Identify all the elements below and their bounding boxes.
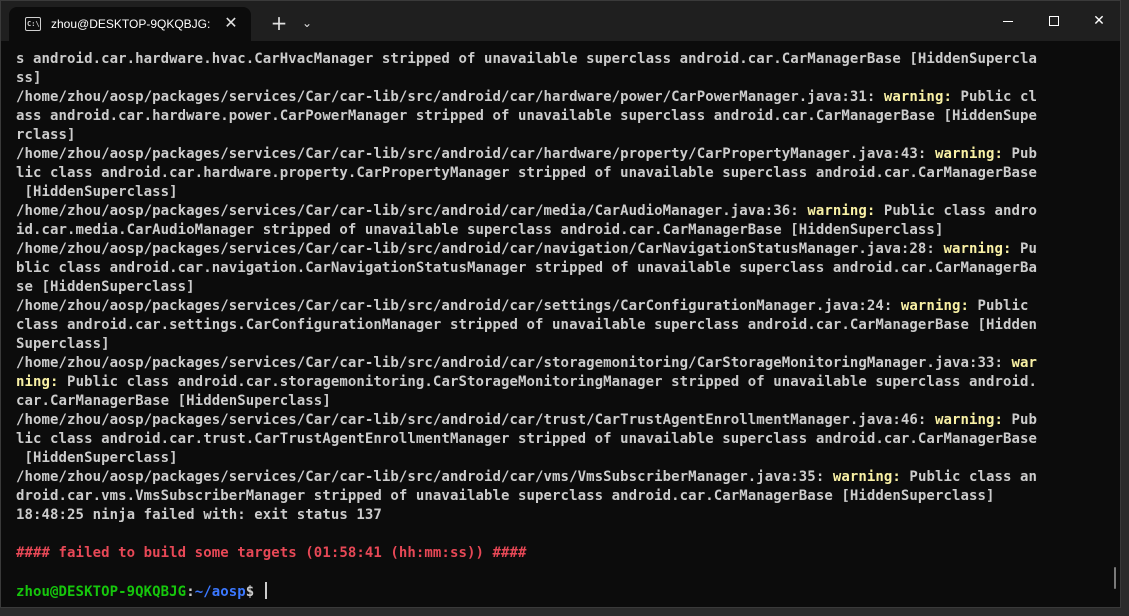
text-cursor [264,582,267,599]
terminal-line: ss] [16,69,1101,88]
terminal-line: /home/zhou/aosp/packages/services/Car/ca… [16,202,1101,221]
line-text: /home/zhou/aosp/packages/services/Car/ca… [16,203,808,219]
terminal-output[interactable]: s android.car.hardware.hvac.CarHvacManag… [16,50,1101,602]
line-text: /home/zhou/aosp/packages/services/Car/ca… [16,412,935,428]
new-tab-button[interactable]: + [269,13,289,33]
line-text: Pub [1003,412,1038,428]
line-text: Public class an [900,469,1038,485]
terminal-line: /home/zhou/aosp/packages/services/Car/ca… [16,468,1101,487]
line-text: [HiddenSuperclass] [16,450,178,466]
terminal-window: C:\ zhou@DESKTOP-9QKQBJG: ~ ✕ + ⌄ ✕ s an… [0,0,1121,608]
line-text: s android.car.hardware.hvac.CarHvacManag… [16,51,1038,67]
line-text: class android.car.settings.CarConfigurat… [16,317,1038,333]
terminal-line: [HiddenSuperclass] [16,183,1101,202]
terminal-line: #### failed to build some targets (01:58… [16,544,1101,563]
terminal-line: id.car.media.CarAudioManager stripped of… [16,221,1101,240]
terminal-line: 18:48:25 ninja failed with: exit status … [16,506,1101,525]
terminal-line: class android.car.settings.CarConfigurat… [16,316,1101,335]
line-text: /home/zhou/aosp/packages/services/Car/ca… [16,355,1012,371]
line-text: Public class android.car.storagemonitori… [58,374,1038,390]
terminal-icon: C:\ [25,17,41,31]
close-tab-icon[interactable]: ✕ [223,15,239,31]
line-text: ss] [16,70,42,86]
line-text: car.CarManagerBase [HiddenSuperclass] [16,393,331,409]
prompt-path: ~/aosp [194,584,246,600]
line-text: lic class android.car.trust.CarTrustAgen… [16,431,1038,447]
line-text: Public class andro [875,203,1038,219]
line-text: id.car.media.CarAudioManager stripped of… [16,222,944,238]
terminal-line: blic class android.car.navigation.CarNav… [16,259,1101,278]
terminal-line: /home/zhou/aosp/packages/services/Car/ca… [16,354,1101,373]
minimize-button[interactable] [985,1,1031,41]
terminal-line: /home/zhou/aosp/packages/services/Car/ca… [16,88,1101,107]
terminal-line: droid.car.vms.VmsSubscriberManager strip… [16,487,1101,506]
line-text: 18:48:25 ninja failed with: exit status … [16,507,382,523]
prompt-user-host: zhou@DESKTOP-9QKQBJG [16,584,187,600]
close-window-button[interactable]: ✕ [1076,1,1120,41]
line-text: Public cl [951,89,1038,105]
terminal-line: /home/zhou/aosp/packages/services/Car/ca… [16,240,1101,259]
terminal-line: /home/zhou/aosp/packages/services/Car/ca… [16,411,1101,430]
terminal-line: ass android.car.hardware.power.CarPowerM… [16,107,1101,126]
line-text: se [HiddenSuperclass] [16,279,195,295]
line-text: lic class android.car.hardware.property.… [16,165,1038,181]
line-text: [HiddenSuperclass] [16,184,178,200]
line-text: Public [968,298,1029,314]
terminal-line: [HiddenSuperclass] [16,449,1101,468]
terminal-line: rclass] [16,126,1101,145]
tab-title: zhou@DESKTOP-9QKQBJG: ~ [51,17,211,31]
line-text: droid.car.vms.VmsSubscriberManager strip… [16,488,995,504]
warning-label: warning: [807,203,876,219]
line-text: rclass] [16,127,76,143]
prompt-line[interactable]: zhou@DESKTOP-9QKQBJG:~/aosp$ [16,582,1101,602]
line-text: Superclass] [16,336,110,352]
line-text: ass android.car.hardware.power.CarPowerM… [16,108,1038,124]
scrollbar[interactable] [1114,567,1116,589]
line-text: Pub [1003,146,1038,162]
warning-label: war [1011,355,1038,371]
terminal-tab[interactable]: C:\ zhou@DESKTOP-9QKQBJG: ~ ✕ [9,7,251,41]
warning-label: warning: [883,89,952,105]
line-text: /home/zhou/aosp/packages/services/Car/ca… [16,298,901,314]
line-text: /home/zhou/aosp/packages/services/Car/ca… [16,89,884,105]
terminal-line: s android.car.hardware.hvac.CarHvacManag… [16,50,1101,69]
prompt-symbol: $ [245,584,263,600]
warning-label: warning: [900,298,969,314]
terminal-line: se [HiddenSuperclass] [16,278,1101,297]
warning-label: warning: [934,412,1004,428]
terminal-line: lic class android.car.trust.CarTrustAgen… [16,430,1101,449]
line-text: Pu [1011,241,1038,257]
terminal-line: Superclass] [16,335,1101,354]
chevron-down-icon[interactable]: ⌄ [299,15,315,31]
line-text: /home/zhou/aosp/packages/services/Car/ca… [16,241,944,257]
warning-label: warning: [832,469,901,485]
minimize-icon [1003,20,1013,22]
terminal-line: lic class android.car.hardware.property.… [16,164,1101,183]
line-text: /home/zhou/aosp/packages/services/Car/ca… [16,146,935,162]
warning-label: warning: [943,241,1012,257]
prompt-separator: : [186,584,195,600]
terminal-line: /home/zhou/aosp/packages/services/Car/ca… [16,297,1101,316]
warning-label: ning: [16,374,59,390]
line-text: /home/zhou/aosp/packages/services/Car/ca… [16,469,833,485]
terminal-line: car.CarManagerBase [HiddenSuperclass] [16,392,1101,411]
title-bar: C:\ zhou@DESKTOP-9QKQBJG: ~ ✕ + ⌄ ✕ [1,1,1120,41]
line-text: blic class android.car.navigation.CarNav… [16,260,1038,276]
maximize-icon [1049,16,1059,26]
maximize-button[interactable] [1031,1,1077,41]
terminal-line: ning: Public class android.car.storagemo… [16,373,1101,392]
error-message: #### failed to build some targets (01:58… [16,545,527,561]
warning-label: warning: [934,146,1004,162]
terminal-line: /home/zhou/aosp/packages/services/Car/ca… [16,145,1101,164]
